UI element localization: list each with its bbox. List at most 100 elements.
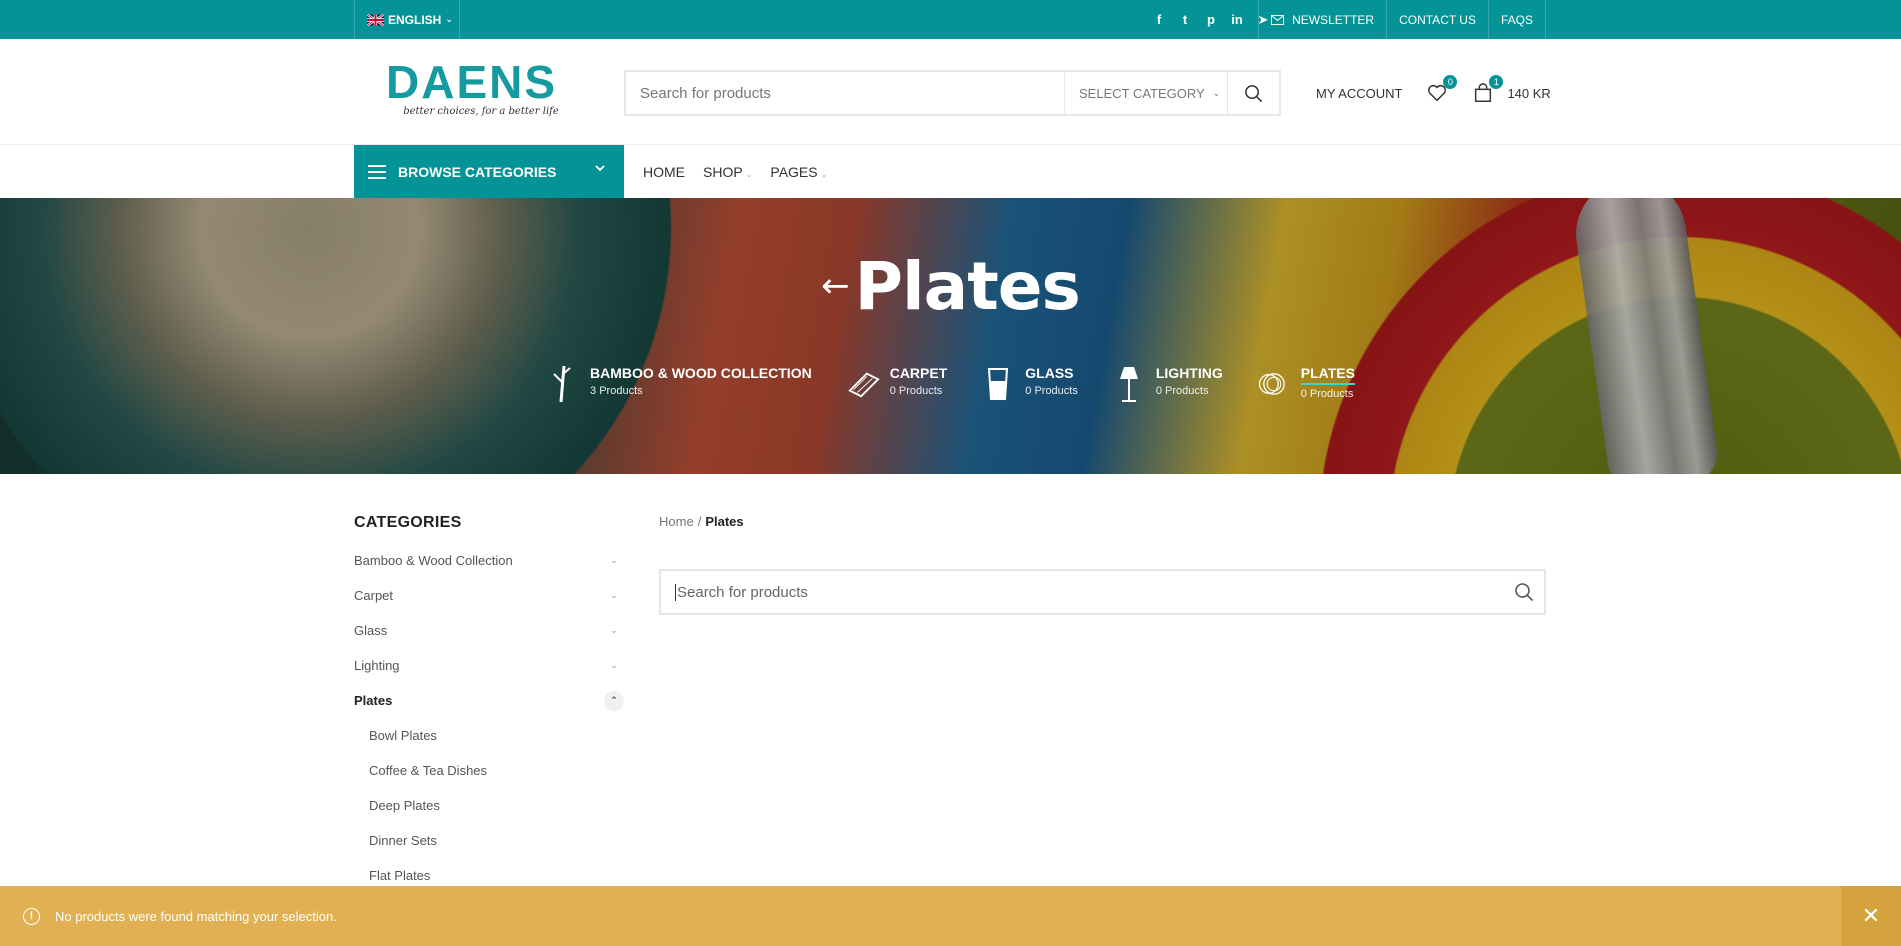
text-caret xyxy=(675,583,676,601)
product-search-button[interactable] xyxy=(1514,582,1534,606)
chevron-down-icon: ⌄ xyxy=(1212,87,1221,98)
pinterest-icon[interactable]: p xyxy=(1204,12,1218,27)
linkedin-icon[interactable]: in xyxy=(1230,12,1244,27)
browse-categories-button[interactable]: BROWSE CATEGORIES xyxy=(354,145,624,198)
hero-category-count: 0 Products xyxy=(889,385,943,397)
sidebar: CATEGORIES Bamboo & Wood Collection ⌄ Ca… xyxy=(354,514,624,893)
cart-button[interactable]: 1 xyxy=(1472,75,1504,104)
breadcrumb-current: Plates xyxy=(705,514,744,529)
sidebar-item-glass[interactable]: Glass ⌄ xyxy=(354,613,624,648)
newsletter-label: NEWSLETTER xyxy=(1292,12,1375,27)
product-search-placeholder: Search for products xyxy=(677,583,808,601)
newsletter-link[interactable]: NEWSLETTER xyxy=(1258,0,1386,39)
header-search: Search for products SELECT CATEGORY ⌄ xyxy=(624,70,1281,116)
sidebar-item-lighting[interactable]: Lighting ⌄ xyxy=(354,648,624,683)
cart-count-badge: 1 xyxy=(1489,75,1504,89)
language-label: ENGLISH xyxy=(388,12,442,27)
no-products-notice: ! No products were found matching your s… xyxy=(0,886,1901,946)
top-links: NEWSLETTER CONTACT US FAQS xyxy=(1258,0,1546,39)
nav-pages[interactable]: PAGES ⌄ xyxy=(770,164,827,180)
hero-category-count: 0 Products xyxy=(1025,385,1078,397)
breadcrumb: Home / Plates xyxy=(659,514,1546,529)
browse-categories-label: BROWSE CATEGORIES xyxy=(398,163,557,180)
select-category-dropdown[interactable]: SELECT CATEGORY ⌄ xyxy=(1064,72,1227,114)
hero-category-plates[interactable]: PLATES 0 Products xyxy=(1257,364,1355,404)
twitter-icon[interactable]: t xyxy=(1178,12,1192,27)
notice-text: No products were found matching your sel… xyxy=(55,908,337,924)
chevron-down-icon[interactable]: ⌄ xyxy=(604,656,624,676)
sidebar-item-carpet[interactable]: Carpet ⌄ xyxy=(354,578,624,613)
sidebar-item-plates[interactable]: Plates ⌃ xyxy=(354,683,624,718)
logo-text: DAENS xyxy=(386,56,558,108)
wishlist-count-badge: 0 xyxy=(1443,75,1458,89)
hero-category-count: 3 Products xyxy=(590,385,643,397)
header-search-button[interactable] xyxy=(1227,72,1279,114)
chevron-up-icon[interactable]: ⌃ xyxy=(604,690,624,711)
hero-category-name: BAMBOO & WOOD COLLECTION xyxy=(590,365,812,381)
sidebar-subitem-label: Flat Plates xyxy=(369,868,431,883)
close-icon[interactable]: ✕ xyxy=(1841,886,1901,946)
nav-home[interactable]: HOME xyxy=(643,164,685,180)
top-bar: ENGLISH ⌄ f t p in ➤ NEWSLETTER CONTACT … xyxy=(0,0,1901,39)
product-search-input[interactable]: Search for products xyxy=(659,569,1546,615)
hero-category-name: CARPET xyxy=(889,365,948,381)
chevron-down-icon: ⌄ xyxy=(445,14,453,24)
sidebar-subitem-deep-plates[interactable]: Deep Plates xyxy=(354,788,624,823)
cart-total[interactable]: 140 KR xyxy=(1507,86,1550,101)
language-switcher[interactable]: ENGLISH ⌄ xyxy=(354,0,460,39)
bamboo-icon xyxy=(546,364,580,404)
page-title: ←Plates xyxy=(0,248,1901,325)
lamp-icon xyxy=(1112,364,1146,404)
header: DAENS better choices, for a better life … xyxy=(0,39,1901,145)
main-content: Home / Plates Search for products xyxy=(659,514,1546,615)
plates-icon xyxy=(1257,364,1291,404)
mail-icon xyxy=(1271,14,1285,25)
sidebar-item-label: Glass xyxy=(354,623,388,638)
search-icon xyxy=(1245,84,1263,102)
sidebar-item-label: Carpet xyxy=(354,588,394,603)
hero-category-bamboo[interactable]: BAMBOO & WOOD COLLECTION 3 Products xyxy=(546,364,812,404)
search-icon xyxy=(1515,583,1534,602)
breadcrumb-separator: / xyxy=(697,514,702,529)
sidebar-subitem-label: Deep Plates xyxy=(369,798,440,813)
chevron-down-icon[interactable]: ⌄ xyxy=(604,621,624,641)
social-links: f t p in ➤ xyxy=(1146,0,1276,39)
contact-us-link[interactable]: CONTACT US xyxy=(1386,0,1488,39)
chevron-down-icon xyxy=(595,165,605,172)
sidebar-subitem-bowl-plates[interactable]: Bowl Plates xyxy=(354,718,624,753)
breadcrumb-home[interactable]: Home xyxy=(659,514,694,529)
sidebar-subitem-label: Coffee & Tea Dishes xyxy=(369,763,488,778)
facebook-icon[interactable]: f xyxy=(1152,12,1166,27)
category-list: Bamboo & Wood Collection ⌄ Carpet ⌄ Glas… xyxy=(354,543,624,893)
faqs-link[interactable]: FAQS xyxy=(1487,0,1546,39)
header-search-input[interactable]: Search for products xyxy=(626,72,1064,114)
menu-icon xyxy=(368,164,386,179)
primary-menu: HOME SHOP ⌄ PAGES ⌄ xyxy=(643,145,845,198)
nav-shop[interactable]: SHOP ⌄ xyxy=(703,164,752,180)
site-logo[interactable]: DAENS better choices, for a better life xyxy=(386,59,576,117)
sidebar-item-bamboo[interactable]: Bamboo & Wood Collection ⌄ xyxy=(354,543,624,578)
categories-heading: CATEGORIES xyxy=(354,514,462,531)
chevron-down-icon[interactable]: ⌄ xyxy=(604,586,624,606)
header-actions: MY ACCOUNT 0 1 140 KR xyxy=(1316,70,1551,116)
hero-category-name: LIGHTING xyxy=(1155,365,1223,381)
sidebar-subitem-dinner-sets[interactable]: Dinner Sets xyxy=(354,823,624,858)
hero-category-lighting[interactable]: LIGHTING 0 Products xyxy=(1112,364,1223,404)
wishlist-button[interactable]: 0 xyxy=(1426,75,1458,104)
sidebar-subitem-label: Dinner Sets xyxy=(369,833,437,848)
chevron-down-icon[interactable]: ⌄ xyxy=(604,551,624,571)
back-arrow-icon[interactable]: ← xyxy=(821,266,849,306)
nav-shop-label: SHOP xyxy=(703,163,743,180)
nav-pages-label: PAGES xyxy=(770,163,818,180)
page-hero: ←Plates BAMBOO & WOOD COLLECTION 3 Produ… xyxy=(0,198,1901,474)
glass-icon xyxy=(981,364,1015,404)
sidebar-subitem-coffee-tea[interactable]: Coffee & Tea Dishes xyxy=(354,753,624,788)
chevron-down-icon: ⌄ xyxy=(745,169,753,179)
hero-category-name: PLATES xyxy=(1300,364,1355,385)
main-navigation: BROWSE CATEGORIES HOME SHOP ⌄ PAGES ⌄ xyxy=(0,145,1901,198)
my-account-link[interactable]: MY ACCOUNT xyxy=(1316,86,1402,101)
hero-category-carpet[interactable]: CARPET 0 Products xyxy=(846,364,948,404)
hero-category-glass[interactable]: GLASS 0 Products xyxy=(981,364,1078,404)
sidebar-item-label: Plates xyxy=(354,693,393,708)
carpet-icon xyxy=(846,364,880,404)
